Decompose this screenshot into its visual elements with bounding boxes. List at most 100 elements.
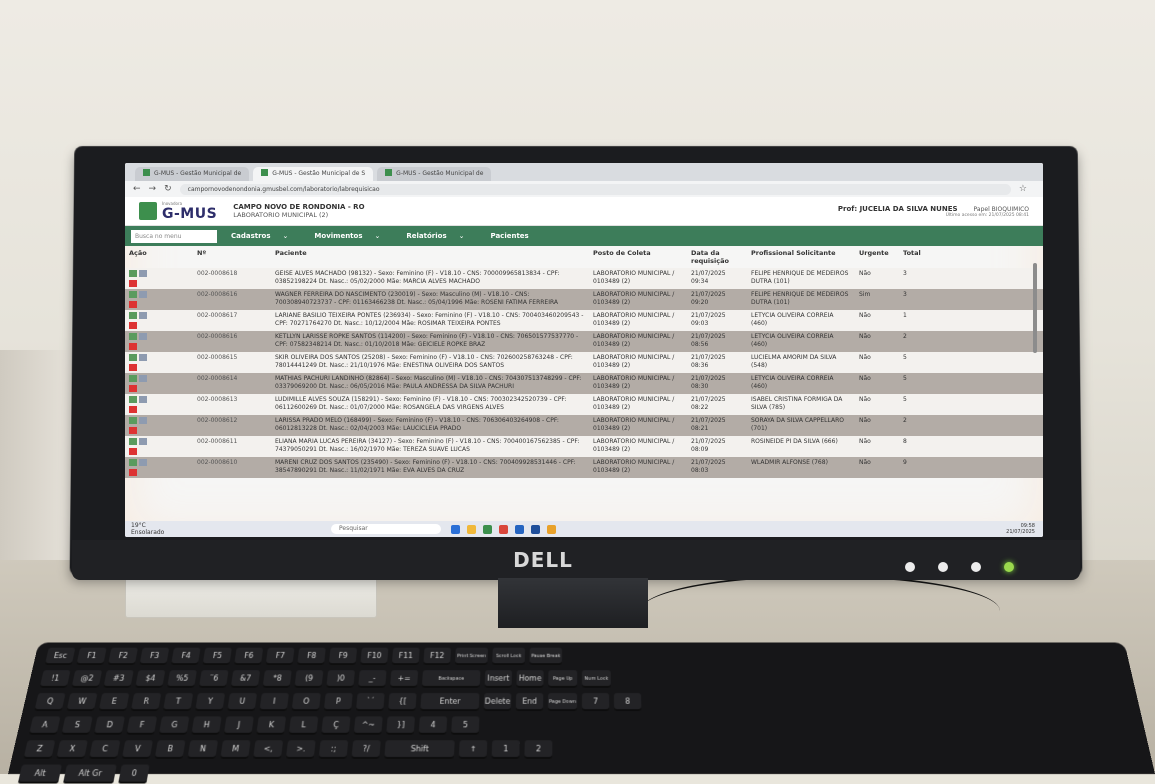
keyboard-key[interactable]: @2 — [71, 670, 103, 688]
edit-icon[interactable] — [139, 438, 147, 445]
keyboard-key[interactable]: Q — [34, 693, 66, 711]
browser-tab-active[interactable]: G-MUS - Gestão Municipal de S — [253, 167, 374, 181]
keyboard-key[interactable]: ↑ — [458, 740, 488, 759]
keyboard-key[interactable]: >. — [285, 740, 316, 759]
keyboard-key[interactable]: {[ — [388, 693, 417, 711]
keyboard-key[interactable]: R — [130, 693, 162, 711]
gmus-app-icon[interactable] — [483, 524, 492, 534]
keyboard-key[interactable]: Shift — [384, 740, 455, 759]
keyboard-key[interactable]: 2 — [524, 740, 553, 759]
table-row[interactable]: 002-0008613 LUDIMILLE ALVES SOUZA (158291… — [125, 394, 1043, 415]
keyboard-key[interactable]: 5 — [451, 716, 480, 735]
app-icon[interactable] — [547, 524, 556, 534]
check-icon[interactable] — [129, 396, 137, 403]
keyboard-key[interactable]: Delete — [483, 693, 512, 711]
keyboard-key[interactable]: M — [220, 740, 251, 759]
keyboard-key[interactable]: 1 — [491, 740, 520, 759]
keyboard-key[interactable]: Num Lock — [581, 670, 611, 688]
keyboard-key[interactable]: !1 — [39, 670, 71, 688]
edit-icon[interactable] — [139, 312, 147, 319]
keyboard-key[interactable]: J — [223, 716, 254, 735]
keyboard-key[interactable]: G — [158, 716, 190, 735]
keyboard-key[interactable]: }] — [386, 716, 415, 735]
keyboard-key[interactable]: *8 — [262, 670, 292, 688]
keyboard-key[interactable]: ^~ — [353, 716, 383, 735]
keyboard-key[interactable]: <, — [253, 740, 284, 759]
edit-icon[interactable] — [139, 291, 147, 298]
keyboard-key[interactable]: ?/ — [351, 740, 381, 759]
keyboard-key[interactable]: Page Down — [547, 693, 578, 711]
edit-icon[interactable] — [139, 333, 147, 340]
keyboard-key[interactable]: X — [56, 740, 88, 759]
keyboard-key[interactable]: F2 — [107, 647, 138, 665]
keyboard-key[interactable]: H — [191, 716, 222, 735]
keyboard-key[interactable]: Backspace — [421, 670, 481, 688]
delete-icon[interactable] — [129, 406, 137, 413]
table-row[interactable]: 002-0008615 SKIR OLIVEIRA DOS SANTOS (252… — [125, 352, 1043, 373]
menu-item-pacientes[interactable]: Pacientes — [491, 232, 529, 240]
table-row[interactable]: 002-0008617 LARIANE BASILIO TEIXEIRA PONT… — [125, 310, 1043, 331]
keyboard-key[interactable]: :; — [318, 740, 349, 759]
file-explorer-icon[interactable] — [467, 524, 476, 534]
keyboard-key[interactable]: U — [227, 693, 258, 711]
keyboard-key[interactable]: Pause Break — [529, 647, 563, 665]
edge-icon[interactable] — [515, 524, 524, 534]
browser-tab[interactable]: G-MUS - Gestão Municipal de — [377, 167, 492, 181]
col-data[interactable]: Data da requisição — [687, 246, 747, 268]
check-icon[interactable] — [129, 270, 137, 277]
keyboard-key[interactable]: N — [187, 740, 219, 759]
scrollbar-thumb[interactable] — [1033, 263, 1037, 353]
keyboard-key[interactable]: K — [256, 716, 287, 735]
keyboard-key[interactable]: F — [126, 716, 158, 735]
taskbar-search[interactable]: Pesquisar — [331, 524, 441, 534]
monitor-button[interactable] — [971, 562, 982, 572]
col-profissional[interactable]: Profissional Solicitante — [747, 246, 855, 268]
keyboard-key[interactable]: 4 — [418, 716, 448, 735]
edit-icon[interactable] — [139, 396, 147, 403]
keyboard-key[interactable]: Page Up — [548, 670, 578, 688]
table-row[interactable]: 002-0008618 GEISE ALVES MACHADO (98132) -… — [125, 268, 1043, 289]
power-button[interactable] — [1004, 562, 1015, 572]
edit-icon[interactable] — [139, 459, 147, 466]
keyboard-key[interactable]: Print Screen — [454, 647, 489, 665]
word-icon[interactable] — [531, 524, 540, 534]
edit-icon[interactable] — [139, 417, 147, 424]
keyboard-key[interactable]: Scroll Lock — [492, 647, 526, 665]
menu-search-input[interactable]: Busca no menu — [131, 229, 217, 243]
keyboard-key[interactable]: F4 — [171, 647, 201, 665]
check-icon[interactable] — [129, 438, 137, 445]
user-name[interactable]: Prof: JUCELIA DA SILVA NUNES — [838, 205, 958, 213]
table-row[interactable]: 002-0008612 LARISSA PRADO MELO (168499) -… — [125, 415, 1043, 436]
keyboard-key[interactable]: ¨6 — [198, 670, 229, 688]
menu-item-cadastros[interactable]: Cadastros ⌄ — [231, 232, 288, 240]
keyboard-key[interactable]: )0 — [326, 670, 355, 688]
keyboard-key[interactable]: F9 — [328, 647, 358, 665]
table-row[interactable]: 002-0008610 MARENI CRUZ DOS SANTOS (23549… — [125, 457, 1043, 478]
check-icon[interactable] — [129, 333, 137, 340]
keyboard-key[interactable]: S — [61, 716, 93, 735]
check-icon[interactable] — [129, 354, 137, 361]
check-icon[interactable] — [129, 291, 137, 298]
keyboard-key[interactable]: %5 — [167, 670, 197, 688]
keyboard-key[interactable]: A — [28, 716, 61, 735]
table-row[interactable]: 002-0008614 MATHIAS PACHURI LANDINHO (828… — [125, 373, 1043, 394]
keyboard-key[interactable]: `´ — [355, 693, 385, 711]
keyboard-key[interactable]: F8 — [297, 647, 326, 665]
keyboard-key[interactable]: F1 — [76, 647, 107, 665]
keyboard-key[interactable]: L — [288, 716, 319, 735]
table-row[interactable]: 002-0008616 WAGNER FERREIRA DO NASCIMENTO… — [125, 289, 1043, 310]
keyboard-key[interactable]: F12 — [423, 647, 452, 665]
keyboard-key[interactable]: Enter — [420, 693, 480, 711]
keyboard-key[interactable]: 8 — [613, 693, 642, 711]
delete-icon[interactable] — [129, 364, 137, 371]
menu-item-movimentos[interactable]: Movimentos ⌄ — [314, 232, 380, 240]
keyboard-key[interactable]: F7 — [265, 647, 295, 665]
monitor-button[interactable] — [938, 562, 949, 572]
keyboard-key[interactable]: Ç — [321, 716, 351, 735]
delete-icon[interactable] — [129, 301, 137, 308]
keyboard-key[interactable]: V — [121, 740, 153, 759]
keyboard-key[interactable]: Alt Gr — [62, 764, 117, 784]
edit-icon[interactable] — [139, 375, 147, 382]
keyboard-key[interactable]: T — [162, 693, 194, 711]
weather-widget[interactable]: 19°C Ensolarado — [131, 522, 181, 536]
